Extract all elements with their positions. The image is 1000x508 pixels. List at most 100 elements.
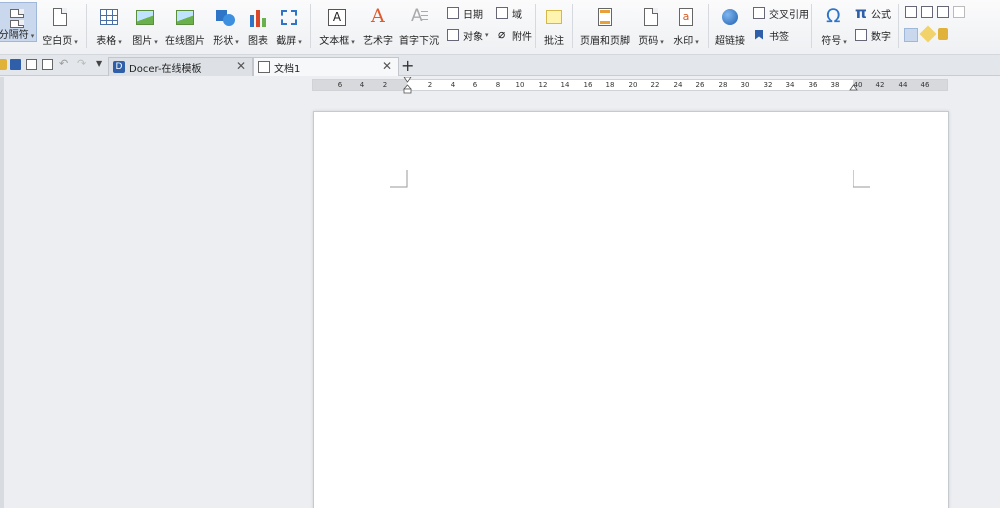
cross-reference-button[interactable]: 交叉引用 (753, 5, 809, 21)
right-indent-marker-icon[interactable] (849, 84, 858, 93)
text-box-button[interactable]: A 文本框 ▾ (317, 2, 357, 47)
save-icon[interactable] (10, 59, 21, 70)
ruler-tick: 32 (763, 81, 773, 89)
close-icon[interactable]: ✕ (382, 59, 392, 73)
save-form-icon[interactable] (953, 6, 965, 18)
shapes-button[interactable]: 形状 ▾ (210, 2, 242, 47)
margin-corner-top-left (390, 170, 408, 188)
online-picture-icon (175, 8, 195, 28)
online-picture-button[interactable]: 在线图片 (164, 2, 206, 47)
ruler-tick: 46 (920, 81, 930, 89)
page-break-icon (7, 9, 27, 28)
print-icon[interactable] (26, 59, 37, 70)
text-box-icon: A (327, 8, 347, 28)
cross-reference-icon (753, 6, 766, 20)
calendar-icon (447, 6, 460, 20)
layout-icon[interactable] (905, 6, 917, 18)
close-icon[interactable]: ✕ (236, 59, 246, 73)
symbol-button[interactable]: Ω 符号 ▾ (817, 2, 851, 47)
number-button[interactable]: 数字 (855, 27, 891, 43)
ruler-tick: 12 (538, 81, 548, 89)
attachment-button[interactable]: ⌀ 附件 (496, 27, 532, 43)
drop-cap-icon: A (409, 6, 429, 28)
formula-button[interactable]: π 公式 (855, 3, 891, 22)
checkbox-icon[interactable] (921, 6, 933, 18)
table-button[interactable]: 表格 ▾ (93, 2, 125, 47)
globe-link-icon (720, 8, 740, 28)
shapes-icon (216, 8, 236, 28)
tab-document1[interactable]: 文档1 ✕ (253, 57, 399, 76)
separator (572, 4, 573, 48)
open-folder-icon[interactable] (0, 59, 7, 70)
ruler-tick: 6 (337, 81, 343, 89)
picture-button[interactable]: 图片 ▾ (129, 2, 161, 47)
drop-cap-button[interactable]: A 首字下沉 (399, 2, 439, 47)
left-panel-edge (0, 77, 4, 508)
paperclip-icon: ⌀ (498, 26, 506, 41)
page-break-button[interactable]: 分隔符 ▾ (0, 2, 37, 42)
ruler-tick: 4 (359, 81, 365, 89)
ribbon-toolbar: 分隔符 ▾ 空白页 ▾ 表格 ▾ 图片 ▾ 在线图片 形状 ▾ 图表 截屏 ▾ A 文本框 ▾… (0, 0, 1000, 55)
header-footer-button[interactable]: 页眉和页脚 (578, 2, 632, 47)
pi-icon: π (855, 3, 867, 22)
ruler-tick: 2 (427, 81, 433, 89)
undo-icon[interactable]: ↶ (59, 58, 70, 70)
tag-icon[interactable] (919, 25, 937, 43)
bookmark-icon (753, 29, 766, 42)
chart-button[interactable]: 图表 (246, 2, 270, 47)
header-footer-icon (595, 8, 615, 28)
ruler-tick: 38 (830, 81, 840, 89)
print-preview-icon[interactable] (42, 59, 53, 70)
page-number-icon (641, 8, 661, 28)
redo-icon[interactable]: ↷ (77, 58, 88, 70)
docer-icon: D (113, 61, 125, 73)
ruler-tick: 24 (673, 81, 683, 89)
hyperlink-button[interactable]: 超链接 (713, 2, 747, 47)
ruler-tick: 4 (450, 81, 456, 89)
document-tab-bar: ↶ ↷ ▼ D Docer-在线模板 ✕ 文档1 ✕ (0, 55, 1000, 76)
ruler-tick: 42 (875, 81, 885, 89)
new-tab-button[interactable]: + (401, 56, 414, 75)
small-tools-row-2 (904, 25, 948, 43)
omega-icon: Ω (826, 5, 841, 27)
comment-button[interactable]: 批注 (541, 2, 567, 47)
comment-icon (544, 8, 564, 28)
ruler-tick: 44 (898, 81, 908, 89)
ruler-tick: 2 (382, 81, 388, 89)
horizontal-ruler[interactable]: 6 4 2 2 4 6 8 10 12 14 16 18 20 22 24 26… (312, 77, 948, 94)
screenshot-icon (279, 8, 299, 28)
object-button[interactable]: 对象 ▾ (447, 27, 489, 43)
ruler-tick: 26 (695, 81, 705, 89)
screenshot-button[interactable]: 截屏 ▾ (273, 2, 305, 47)
lock-icon[interactable] (938, 28, 948, 40)
number-icon (855, 28, 868, 42)
tab-docer-templates[interactable]: D Docer-在线模板 ✕ (108, 57, 253, 76)
ruler-tick: 30 (740, 81, 750, 89)
indent-marker-icon[interactable] (403, 77, 412, 94)
ruler-tick: 34 (785, 81, 795, 89)
ruler-tick: 14 (560, 81, 570, 89)
page-number-button[interactable]: 页码 ▾ (635, 2, 667, 47)
blank-page-button[interactable]: 空白页 ▾ (40, 2, 80, 47)
separator (898, 4, 899, 48)
form-icon[interactable] (937, 6, 949, 18)
chevron-down-icon[interactable]: ▼ (96, 59, 107, 70)
table-icon (99, 8, 119, 28)
word-art-icon: A (371, 5, 385, 27)
ruler-tick: 36 (808, 81, 818, 89)
field-button[interactable]: 域 (496, 5, 522, 21)
separator (535, 4, 536, 48)
bookmark-button[interactable]: 书签 (753, 27, 789, 43)
date-button[interactable]: 日期 (447, 5, 483, 21)
word-art-button[interactable]: A 艺术字 (362, 2, 394, 47)
object-icon (447, 28, 460, 42)
ruler-tick: 10 (515, 81, 525, 89)
separator (708, 4, 709, 48)
frame-icon[interactable] (904, 28, 918, 42)
blank-page-icon (50, 8, 70, 28)
separator (811, 4, 812, 48)
chart-icon (248, 8, 268, 28)
watermark-button[interactable]: a 水印 ▾ (670, 2, 702, 47)
small-tools-row (905, 6, 965, 18)
document-page[interactable] (313, 111, 949, 508)
